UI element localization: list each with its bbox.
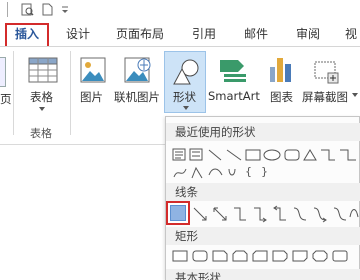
new-document-icon[interactable]	[40, 3, 54, 16]
rectangles-row[interactable]	[172, 249, 358, 263]
left-edge-label[interactable]: 页	[0, 91, 12, 107]
picture-button-label[interactable]: 图片	[80, 89, 103, 105]
screenshot-button-label[interactable]: 屏幕截图	[302, 89, 348, 105]
smartart-icon[interactable]	[218, 57, 248, 83]
picture-icon[interactable]	[80, 57, 106, 83]
recent-shapes-header: 最近使用的形状	[166, 123, 360, 141]
title-bar	[0, 0, 360, 20]
smartart-button-label[interactable]: SmartArt	[208, 89, 260, 103]
chevron-down-icon[interactable]	[352, 93, 358, 97]
tab-view[interactable]: 视	[345, 25, 357, 45]
lines-row[interactable]	[192, 205, 360, 223]
customize-qa-icon[interactable]	[60, 3, 70, 16]
chevron-down-icon[interactable]	[39, 107, 45, 111]
selected-line-shape[interactable]	[166, 201, 190, 225]
tab-insert[interactable]: 插入	[5, 23, 49, 48]
chart-icon[interactable]	[268, 55, 294, 83]
group-separator	[70, 51, 71, 135]
chevron-down-icon	[183, 106, 189, 110]
recent-shape-brace-left[interactable]: {	[245, 165, 252, 178]
shapes-button-label: 形状	[173, 90, 196, 104]
tab-design[interactable]: 设计	[66, 25, 90, 45]
tab-references[interactable]: 引用	[192, 25, 216, 45]
recent-shapes-row-2[interactable]	[172, 165, 272, 181]
rectangles-header: 矩形	[166, 227, 360, 245]
table-button-label[interactable]: 表格	[30, 89, 53, 105]
quick-access-separator	[7, 2, 8, 17]
shapes-button[interactable]: 形状	[164, 51, 206, 113]
recent-shapes-row[interactable]	[172, 147, 358, 163]
table-icon[interactable]	[28, 57, 58, 83]
online-picture-icon[interactable]	[124, 57, 152, 83]
screenshot-icon[interactable]	[314, 61, 342, 85]
tab-review[interactable]: 审阅	[296, 25, 320, 45]
basic-shapes-header: 基本形状	[166, 269, 360, 280]
shapes-icon	[173, 59, 199, 85]
group-separator	[13, 51, 14, 135]
tab-page-layout[interactable]: 页面布局	[116, 25, 164, 45]
recent-shape-brace-right[interactable]: }	[261, 165, 268, 178]
table-group-label: 表格	[30, 127, 52, 140]
line-shape-icon	[170, 205, 186, 221]
tab-mailings[interactable]: 邮件	[244, 25, 268, 45]
left-edge-icon[interactable]	[0, 57, 6, 87]
shapes-dropdown: 最近使用的形状 { } 线条 矩形 基本形状	[165, 116, 360, 280]
lines-header: 线条	[166, 183, 360, 201]
chart-button-label[interactable]: 图表	[270, 89, 293, 105]
print-preview-icon[interactable]	[20, 3, 34, 16]
online-picture-button-label[interactable]: 联机图片	[114, 89, 160, 105]
ribbon-tabs: 插入 设计 页面布局 引用 邮件 审阅 视	[0, 20, 360, 48]
